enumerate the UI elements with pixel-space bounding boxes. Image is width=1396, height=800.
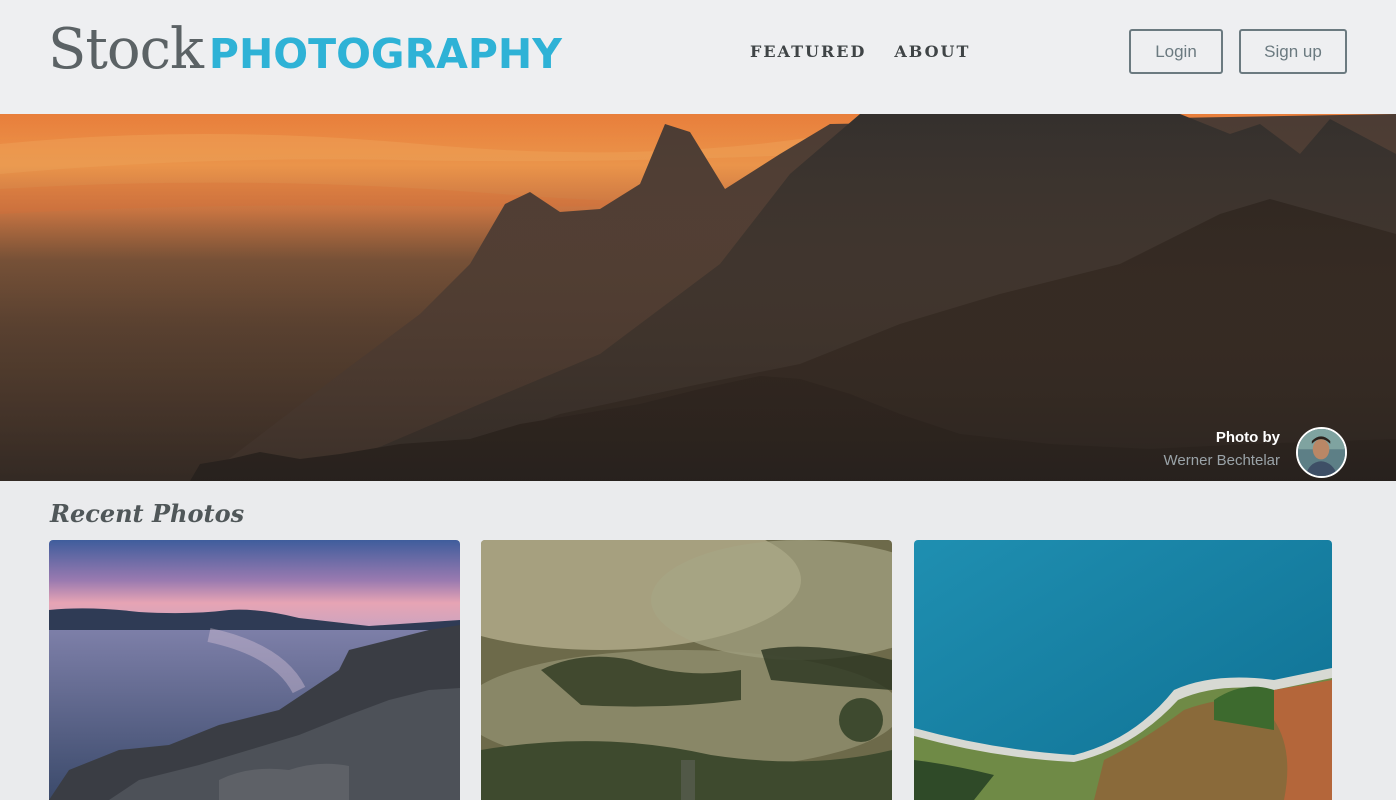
misty-forest-image (481, 540, 892, 800)
logo-stock-text: Stock (48, 17, 204, 82)
photo-card-misty-forest[interactable] (481, 540, 892, 800)
signup-button[interactable]: Sign up (1239, 29, 1347, 74)
site-logo[interactable]: Stock PHOTOGRAPHY (48, 18, 562, 82)
photo-card-ocean-cliff[interactable] (914, 540, 1332, 800)
photographer-name-link[interactable]: Werner Bechtelar (1164, 452, 1280, 469)
recent-photos-heading: Recent Photos (50, 499, 245, 528)
photo-credit-label: Photo by (1215, 429, 1280, 446)
coastal-sunset-image (49, 540, 460, 800)
main-nav: FEATURED ABOUT (750, 42, 970, 61)
photo-card-coastal-sunset[interactable] (49, 540, 460, 800)
site-header: Stock PHOTOGRAPHY FEATURED ABOUT Login S… (0, 0, 1396, 114)
hero-image (0, 114, 1396, 481)
nav-about-link[interactable]: ABOUT (894, 42, 970, 61)
logo-photography-text: PHOTOGRAPHY (208, 30, 562, 78)
person-avatar-icon (1298, 429, 1345, 476)
mountain-landscape-image (0, 114, 1396, 481)
photographer-avatar[interactable] (1296, 427, 1347, 478)
login-button[interactable]: Login (1129, 29, 1223, 74)
nav-featured-link[interactable]: FEATURED (750, 42, 866, 61)
ocean-cliff-aerial-image (914, 540, 1332, 800)
